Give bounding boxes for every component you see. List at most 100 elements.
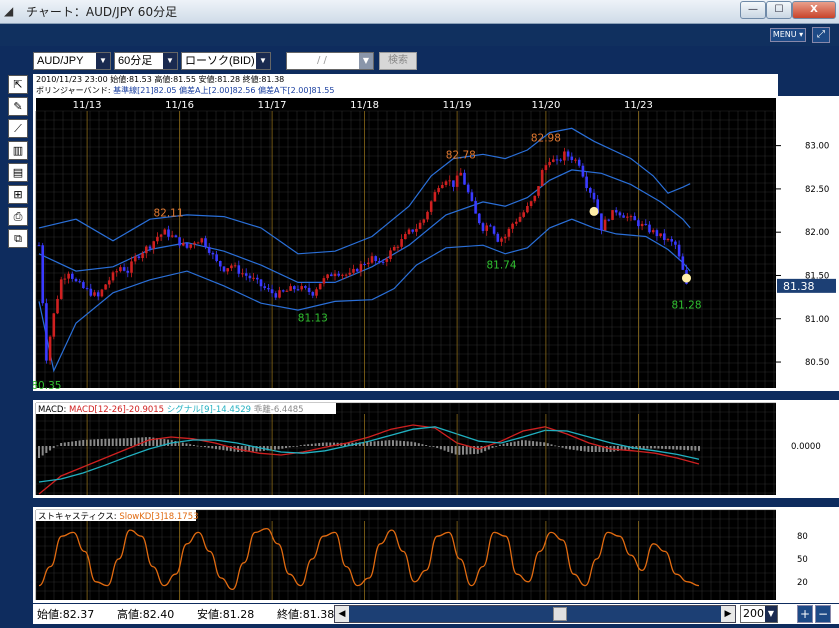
candle-body xyxy=(466,184,470,193)
candle-body xyxy=(148,246,152,249)
candle-body xyxy=(67,273,70,279)
candle-body xyxy=(111,272,115,281)
chevron-down-icon[interactable]: ▼ xyxy=(256,53,270,69)
macd-histogram-bar xyxy=(679,446,682,450)
macd-histogram-bar xyxy=(192,444,195,446)
chevron-down-icon[interactable]: ▼ xyxy=(765,606,777,622)
price-chart-panel[interactable]: 11/13 11/16 11/17 11/18 11/19 11/20 11/23 80.50… xyxy=(31,96,839,392)
macd-histogram-bar xyxy=(668,446,671,450)
scroll-left-button[interactable]: ◀ xyxy=(335,606,349,622)
currency-pair-select[interactable]: AUD/JPY ▼ xyxy=(33,52,111,70)
candle-body xyxy=(115,271,118,273)
macd-histogram-bar xyxy=(557,446,560,447)
candle-body xyxy=(78,281,81,283)
stochastic-chart[interactable]: ストキャスティクス: SlowKD[3]18.1753 80 50 20 xyxy=(33,507,839,603)
calendar-dropdown-icon[interactable]: ▼ xyxy=(359,53,373,69)
zoom-out-button[interactable]: − xyxy=(815,605,831,623)
menu-bar: MENU ▾ ⤢ xyxy=(0,24,839,46)
stochastic-panel[interactable]: ストキャスティクス: SlowKD[3]18.1753 80 50 20 xyxy=(33,507,839,603)
macd-histogram-bar xyxy=(56,445,59,447)
candle-body xyxy=(577,159,581,166)
candle-body xyxy=(663,233,666,240)
scroll-thumb[interactable] xyxy=(553,607,567,621)
period-select[interactable]: 60分足 ▼ xyxy=(114,52,178,70)
macd-histogram-bar xyxy=(277,446,280,450)
maximize-button[interactable]: ☐ xyxy=(766,1,792,19)
low-price-label: 80.35 xyxy=(33,380,61,391)
plot-area[interactable] xyxy=(36,403,776,495)
candle-body xyxy=(59,279,63,299)
candle-body xyxy=(592,192,596,200)
candle-body xyxy=(426,211,429,220)
search-button[interactable]: 検索 xyxy=(379,52,417,70)
candle-body xyxy=(433,192,437,202)
macd-panel[interactable]: MACD: MACD[12-26]-20.9015 シグナル[9]-14.452… xyxy=(33,400,839,498)
cursor-tool-icon[interactable]: ⇱ xyxy=(8,75,28,94)
y-tick-label: 80.50 xyxy=(805,358,829,368)
zoom-in-button[interactable]: + xyxy=(797,605,813,623)
macd-histogram-bar xyxy=(240,446,243,452)
candle-body xyxy=(207,247,211,253)
date-input[interactable]: / / ▼ xyxy=(286,52,374,70)
macd-histogram-bar xyxy=(572,446,575,450)
candle-body xyxy=(614,210,618,213)
candle-body xyxy=(563,151,566,161)
macd-histogram-bar xyxy=(148,437,151,446)
fibonacci-tool-icon[interactable]: ⟋ xyxy=(8,119,28,138)
candle-body xyxy=(122,267,126,271)
candle-body xyxy=(637,220,640,227)
candle-body xyxy=(104,284,107,290)
candle-body xyxy=(581,165,585,177)
close-button[interactable]: X xyxy=(792,1,836,19)
candle-body xyxy=(666,239,670,241)
candle-body xyxy=(392,247,396,251)
indicator-tool-icon[interactable]: ▥ xyxy=(8,141,28,160)
candle-body xyxy=(522,212,525,217)
candle-body xyxy=(185,242,189,248)
price-chart[interactable]: 11/13 11/16 11/17 11/18 11/19 11/20 11/23 80.50… xyxy=(31,96,839,392)
minimize-button[interactable]: — xyxy=(740,1,766,19)
macd-histogram-bar xyxy=(403,441,406,446)
candle-body xyxy=(411,229,414,232)
macd-chart[interactable]: MACD: MACD[12-26]-20.9015 シグナル[9]-14.452… xyxy=(33,400,839,498)
macd-histogram-bar xyxy=(406,441,409,446)
macd-histogram-bar xyxy=(428,445,431,447)
ohlc-info-line: 2010/11/23 23:00 始値:81.53 高値:81.55 安値:81… xyxy=(33,74,778,85)
macd-histogram-bar xyxy=(554,445,557,447)
candle-body xyxy=(470,192,474,201)
macd-histogram-bar xyxy=(115,438,118,446)
date-axis-bar xyxy=(36,98,776,111)
candle-body xyxy=(307,287,311,293)
macd-histogram-bar xyxy=(181,442,184,446)
candle-body xyxy=(355,268,359,272)
chevron-down-icon[interactable]: ▼ xyxy=(163,53,177,69)
candle-body xyxy=(418,222,422,229)
macd-histogram-bar xyxy=(82,439,85,446)
x-tick-label: 11/16 xyxy=(165,100,194,111)
copy-tool-icon[interactable]: ⧉ xyxy=(8,229,28,248)
list-tool-icon[interactable]: ▤ xyxy=(8,163,28,182)
print-tool-icon[interactable]: ⎙ xyxy=(8,207,28,226)
macd-histogram-bar xyxy=(373,441,376,446)
macd-histogram-bar xyxy=(532,441,535,446)
macd-histogram-bar xyxy=(653,446,656,449)
status-low: 安値:81.28 xyxy=(197,608,255,621)
candle-body xyxy=(478,213,481,224)
candle-body xyxy=(222,266,226,272)
pen-tool-icon[interactable]: ✎ xyxy=(8,97,28,116)
chevron-down-icon[interactable]: ▼ xyxy=(96,53,110,69)
macd-histogram-bar xyxy=(686,446,689,451)
macd-histogram-bar xyxy=(321,442,324,446)
candle-body xyxy=(626,216,629,218)
title-bar[interactable]: ◢ チャート：AUD/JPY 60分足 — ☐ X xyxy=(0,0,839,24)
settings-tool-icon[interactable]: ⊞ xyxy=(8,185,28,204)
macd-histogram-bar xyxy=(690,446,693,451)
macd-histogram-bar xyxy=(281,446,284,449)
macd-histogram-bar xyxy=(200,446,203,447)
chart-scrollbar[interactable]: ◀ ▶ xyxy=(334,605,736,623)
chart-type-select[interactable]: ローソク(BID) ▼ xyxy=(181,52,271,70)
menu-button[interactable]: MENU ▾ xyxy=(770,28,806,42)
detach-icon[interactable]: ⤢ xyxy=(812,27,830,43)
scroll-right-button[interactable]: ▶ xyxy=(721,606,735,622)
bar-count-select[interactable]: 200 ▼ xyxy=(740,605,778,623)
